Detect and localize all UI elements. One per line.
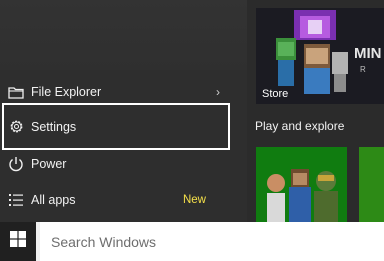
menu-item-label: All apps [31, 193, 76, 207]
new-badge: New [182, 194, 206, 206]
svg-text:R: R [360, 65, 366, 74]
windows-logo-icon [10, 231, 26, 252]
xbox-tile[interactable] [256, 147, 347, 222]
menu-item-label: Power [31, 157, 67, 171]
svg-text:MIN: MIN [354, 45, 382, 62]
search-input[interactable]: Search Windows [40, 222, 384, 261]
power-icon [7, 155, 25, 173]
menu-item-all-apps[interactable]: All apps New [0, 184, 232, 216]
list-icon [7, 191, 25, 209]
start-menu-left-pane: File Explorer › Settings Power All apps … [0, 0, 247, 222]
tiles-pane: MIN R Store Play and explore [247, 0, 384, 222]
menu-item-label: File Explorer [31, 85, 102, 99]
secondary-tile[interactable] [359, 147, 384, 222]
search-placeholder: Search Windows [51, 233, 157, 250]
pinned-area-background [0, 0, 247, 70]
gear-icon [7, 118, 25, 136]
store-tile[interactable]: MIN R Store [256, 8, 384, 104]
menu-item-power[interactable]: Power [0, 148, 232, 180]
menu-item-settings[interactable]: Settings [2, 103, 230, 150]
start-button[interactable] [0, 222, 38, 261]
store-tile-label: Store [262, 88, 289, 100]
tile-group-label: Play and explore [255, 119, 345, 133]
folder-icon [7, 83, 25, 101]
chevron-right-icon[interactable]: › [216, 85, 220, 99]
xbox-avatars-icon [256, 147, 347, 222]
menu-item-label: Settings [31, 119, 77, 134]
taskbar: Search Windows [0, 222, 384, 261]
